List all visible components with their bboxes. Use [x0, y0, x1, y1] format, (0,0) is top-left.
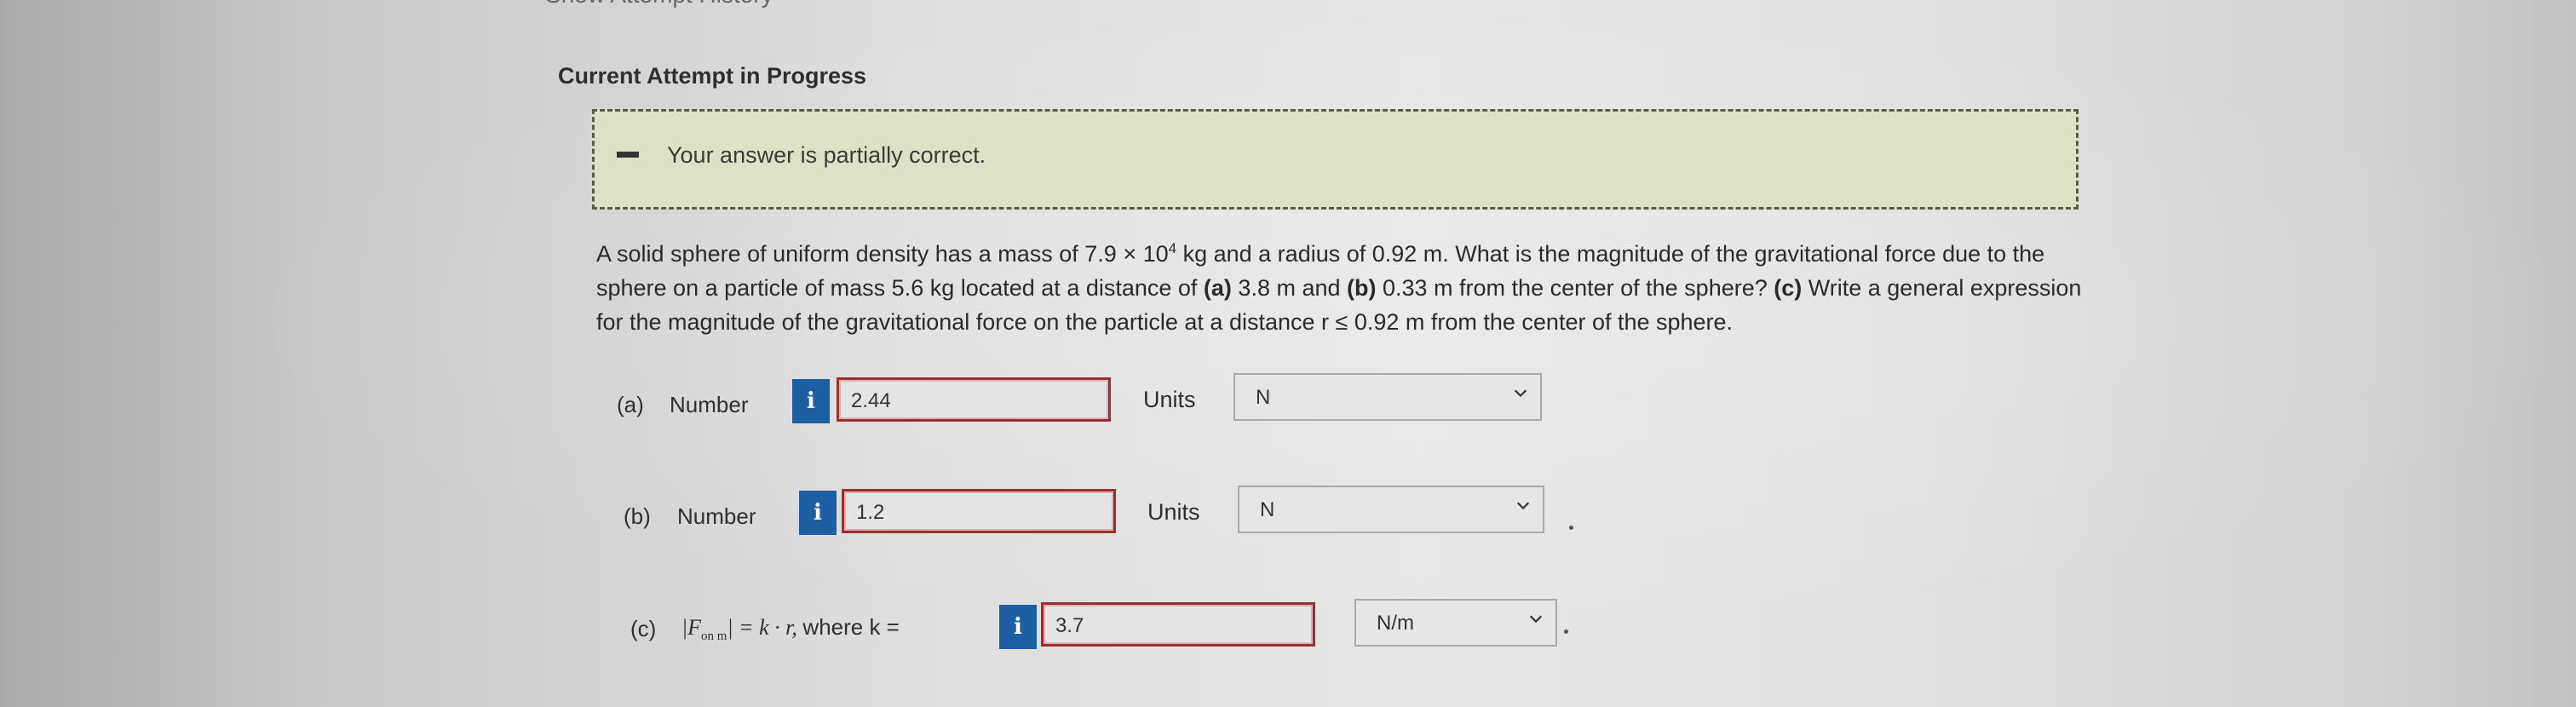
formula-rest: | = k · r, — [727, 615, 797, 640]
part-b-answer-input[interactable]: 1.2 — [842, 489, 1116, 533]
period-dot — [1564, 629, 1568, 634]
question-segment: A solid sphere of uniform density has a … — [596, 241, 1169, 267]
formula-subscript: on m — [701, 629, 727, 644]
question-segment: 3.8 m and — [1231, 275, 1348, 301]
part-c-answer-input[interactable]: 3.7 — [1041, 602, 1315, 647]
part-c-info-icon[interactable]: i — [999, 605, 1037, 649]
part-b-units-label: Units — [1147, 499, 1200, 525]
feedback-message: Your answer is partially correct. — [667, 142, 986, 168]
chevron-down-icon — [1516, 502, 1530, 510]
part-b-units-select[interactable]: N — [1238, 486, 1544, 533]
page-title: Current Attempt in Progress — [558, 63, 867, 89]
part-a-unit-value: N — [1256, 386, 1271, 409]
show-attempt-history-link[interactable]: Show Attempt History — [545, 0, 773, 9]
question-exponent: 4 — [1168, 240, 1177, 256]
part-c-formula: |Fon m| = k · r, where k = — [681, 614, 900, 644]
part-b-number-label: Number — [677, 503, 756, 529]
question-segment: 0.33 m from the center of the sphere? — [1376, 275, 1774, 301]
chevron-down-icon — [1514, 389, 1527, 398]
background-vignette — [0, 0, 2576, 707]
part-b-unit-value: N — [1260, 498, 1275, 521]
formula-force: |F — [681, 615, 702, 640]
question-part-c: (c) — [1774, 275, 1803, 301]
period-dot — [1569, 526, 1573, 530]
question-text: A solid sphere of uniform density has a … — [596, 232, 2096, 339]
dash-icon — [617, 152, 639, 158]
part-a-info-icon[interactable]: i — [792, 379, 830, 423]
formula-where: where k = — [802, 614, 900, 640]
part-a-units-label: Units — [1143, 387, 1196, 412]
chevron-down-icon — [1529, 615, 1543, 624]
question-part-a: (a) — [1203, 275, 1232, 301]
part-c-label: (c) — [630, 616, 657, 641]
part-a-number-label: Number — [670, 392, 749, 417]
part-a-answer-input[interactable]: 2.44 — [837, 377, 1111, 422]
feedback-banner: Your answer is partially correct. — [592, 109, 2079, 210]
part-a-label: (a) — [617, 392, 644, 417]
question-part-b: (b) — [1347, 275, 1377, 301]
part-b-label: (b) — [624, 503, 651, 529]
part-c-unit-value: N/m — [1377, 612, 1414, 635]
part-c-units-select[interactable]: N/m — [1354, 599, 1557, 647]
part-b-info-icon[interactable]: i — [799, 491, 837, 535]
part-a-units-select[interactable]: N — [1233, 373, 1542, 421]
